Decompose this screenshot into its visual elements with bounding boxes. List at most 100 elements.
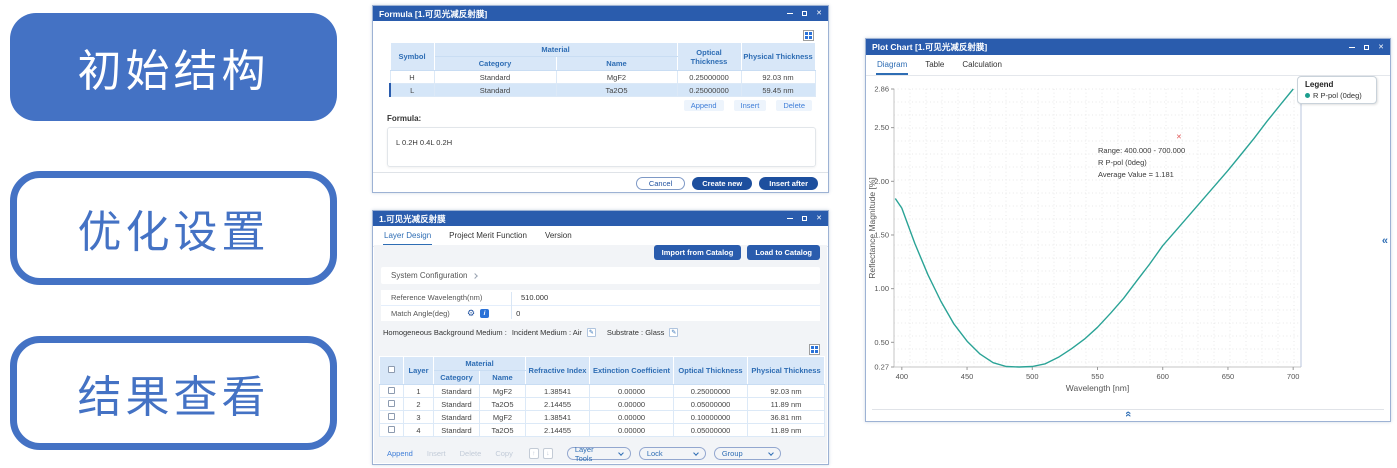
formula-input[interactable]: L 0.2H 0.4L 0.2H bbox=[387, 127, 816, 167]
select-all-checkbox[interactable] bbox=[388, 366, 395, 373]
annotation-close-icon[interactable]: ✕ bbox=[1176, 133, 1182, 141]
close-icon[interactable]: ✕ bbox=[816, 10, 822, 17]
tab-table[interactable]: Table bbox=[924, 55, 945, 75]
delete-link[interactable]: Delete bbox=[460, 449, 482, 458]
chart-legend[interactable]: Legend R P-pol (0deg) bbox=[1297, 76, 1377, 104]
field-label: Reference Wavelength(nm) bbox=[381, 293, 507, 302]
append-link[interactable]: Append bbox=[387, 449, 413, 458]
x-axis-ticks: 400450500550600650700 bbox=[896, 367, 1300, 381]
minimize-icon[interactable] bbox=[787, 13, 793, 14]
nav-button-optimization-settings[interactable]: 优化设置 bbox=[10, 171, 337, 285]
copy-link[interactable]: Copy bbox=[495, 449, 513, 458]
minimize-icon[interactable] bbox=[787, 218, 793, 219]
system-configuration-bar[interactable]: System Configuration bbox=[381, 267, 820, 284]
lock-dropdown[interactable]: Lock bbox=[639, 447, 706, 460]
gear-icon[interactable]: ⚙ bbox=[467, 309, 475, 318]
table-row[interactable]: 2StandardTa2O52.144550.000000.0500000011… bbox=[380, 398, 825, 411]
table-cell: 0.25000000 bbox=[677, 84, 741, 97]
plot-tabs: Diagram Table Calculation bbox=[866, 55, 1390, 76]
layer-tools-dropdown[interactable]: Layer Tools bbox=[567, 447, 631, 460]
reference-wavelength-value[interactable]: 510.000 bbox=[507, 293, 548, 302]
formula-table-actions: Append Insert Delete bbox=[684, 100, 812, 111]
minimize-icon[interactable] bbox=[1349, 47, 1355, 48]
table-cell: 11.89 nm bbox=[748, 424, 825, 437]
chevron-down-icon bbox=[768, 450, 774, 456]
row-checkbox[interactable] bbox=[388, 400, 395, 407]
formula-window-titlebar[interactable]: Formula [1.可见光减反射膜] ✕ bbox=[373, 6, 828, 21]
group-dropdown[interactable]: Group bbox=[714, 447, 781, 460]
chart-annotation: Range: 400.000 - 700.000 R P-pol (0deg) … bbox=[1098, 145, 1185, 181]
close-icon[interactable]: ✕ bbox=[1378, 44, 1384, 51]
match-angle-value[interactable]: 0 bbox=[489, 309, 520, 318]
tab-layer-design[interactable]: Layer Design bbox=[383, 226, 432, 246]
background-medium-label: Homogeneous Background Medium : bbox=[383, 328, 507, 337]
edit-icon[interactable]: ✎ bbox=[587, 328, 596, 337]
row-checkbox[interactable] bbox=[388, 426, 395, 433]
insert-after-button[interactable]: Insert after bbox=[759, 177, 818, 190]
nav-button-label: 结果查看 bbox=[78, 361, 270, 425]
info-icon[interactable]: i bbox=[480, 309, 489, 318]
column-header-layer[interactable]: Layer bbox=[404, 357, 434, 385]
maximize-icon[interactable] bbox=[802, 11, 807, 16]
append-link[interactable]: Append bbox=[684, 100, 724, 111]
insert-link[interactable]: Insert bbox=[734, 100, 767, 111]
nav-button-label: 优化设置 bbox=[78, 196, 270, 260]
cancel-button[interactable]: Cancel bbox=[636, 177, 685, 190]
design-tabs: Layer Design Project Merit Function Vers… bbox=[373, 226, 828, 247]
tab-calculation[interactable]: Calculation bbox=[961, 55, 1003, 75]
table-row[interactable]: HStandardMgF20.2500000092.03 nm bbox=[390, 71, 815, 84]
import-from-catalog-button[interactable]: Import from Catalog bbox=[654, 245, 742, 260]
column-header-name[interactable]: Name bbox=[480, 371, 526, 385]
edit-icon[interactable]: ✎ bbox=[669, 328, 678, 337]
column-header-optical-thickness[interactable]: Optical Thickness bbox=[677, 43, 741, 71]
background-medium-row: Homogeneous Background Medium : Incident… bbox=[383, 328, 678, 337]
annotation-series: R P-pol (0deg) bbox=[1098, 157, 1185, 169]
window-title: Formula [1.可见光减反射膜] bbox=[379, 8, 787, 20]
column-header-physical-thickness[interactable]: Physical Thickness bbox=[741, 43, 815, 71]
collapse-left-icon[interactable]: « bbox=[1382, 235, 1388, 247]
svg-text:0.50: 0.50 bbox=[874, 338, 889, 347]
footer-divider bbox=[373, 172, 828, 173]
plot-window-titlebar[interactable]: Plot Chart [1.可见光减反射膜] ✕ bbox=[866, 39, 1390, 55]
chevron-right-icon bbox=[473, 273, 479, 279]
column-header-optical-thickness[interactable]: Optical Thickness bbox=[674, 357, 748, 385]
column-header-refractive-index[interactable]: Refractive Index bbox=[526, 357, 590, 385]
collapse-up-icon[interactable]: « bbox=[1122, 411, 1134, 417]
create-new-button[interactable]: Create new bbox=[692, 177, 752, 190]
nav-button-initial-structure[interactable]: 初始结构 bbox=[10, 13, 337, 121]
table-cell: Standard bbox=[434, 71, 556, 84]
row-checkbox[interactable] bbox=[388, 387, 395, 394]
plot-chart-window: Plot Chart [1.可见光减反射膜] ✕ Diagram Table C… bbox=[865, 38, 1391, 422]
tab-diagram[interactable]: Diagram bbox=[876, 55, 908, 75]
column-header-extinction-coefficient[interactable]: Extinction Coefficient bbox=[590, 357, 674, 385]
series-line bbox=[895, 89, 1293, 367]
move-down-icon[interactable]: ↓ bbox=[543, 448, 553, 459]
column-header-category[interactable]: Category bbox=[434, 371, 480, 385]
maximize-icon[interactable] bbox=[1364, 45, 1369, 50]
svg-text:2.50: 2.50 bbox=[874, 123, 889, 132]
table-row[interactable]: LStandardTa2O50.2500000059.45 nm bbox=[390, 84, 815, 97]
column-header-category[interactable]: Category bbox=[434, 57, 556, 71]
table-row[interactable]: 4StandardTa2O52.144550.000000.0500000011… bbox=[380, 424, 825, 437]
table-cell: 0.05000000 bbox=[674, 398, 748, 411]
nav-button-view-results[interactable]: 结果查看 bbox=[10, 336, 337, 450]
table-row[interactable]: 3StandardMgF21.385410.000000.1000000036.… bbox=[380, 411, 825, 424]
column-header-symbol[interactable]: Symbol bbox=[390, 43, 434, 71]
load-to-catalog-button[interactable]: Load to Catalog bbox=[747, 245, 820, 260]
column-header-name[interactable]: Name bbox=[556, 57, 677, 71]
tab-version[interactable]: Version bbox=[544, 226, 573, 246]
table-cell: 2.14455 bbox=[526, 398, 590, 411]
column-header-material[interactable]: Material bbox=[434, 43, 677, 57]
close-icon[interactable]: ✕ bbox=[816, 215, 822, 222]
row-checkbox[interactable] bbox=[388, 413, 395, 420]
incident-medium-value: Incident Medium : Air bbox=[512, 328, 582, 337]
design-window-titlebar[interactable]: 1.可见光减反射膜 ✕ bbox=[373, 211, 828, 226]
tab-project-merit-function[interactable]: Project Merit Function bbox=[448, 226, 528, 246]
column-header-material[interactable]: Material bbox=[434, 357, 526, 371]
column-header-physical-thickness[interactable]: Physical Thickness bbox=[748, 357, 825, 385]
maximize-icon[interactable] bbox=[802, 216, 807, 221]
table-row[interactable]: 1StandardMgF21.385410.000000.2500000092.… bbox=[380, 385, 825, 398]
insert-link[interactable]: Insert bbox=[427, 449, 446, 458]
delete-link[interactable]: Delete bbox=[776, 100, 812, 111]
move-up-icon[interactable]: ↑ bbox=[529, 448, 539, 459]
